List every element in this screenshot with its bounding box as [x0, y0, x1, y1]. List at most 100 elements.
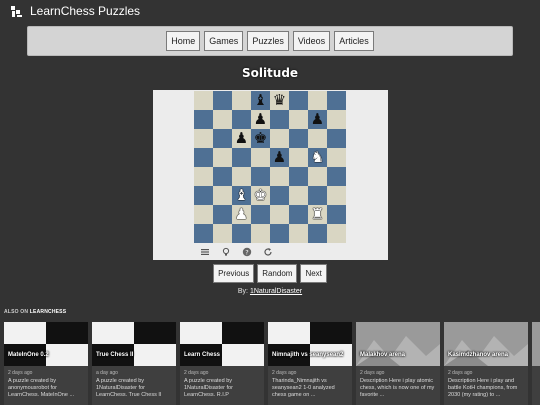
- board-square[interactable]: [270, 186, 289, 205]
- board-square[interactable]: [194, 224, 213, 243]
- board-square[interactable]: [327, 110, 346, 129]
- board-square[interactable]: [308, 91, 327, 110]
- board-square[interactable]: [213, 129, 232, 148]
- board-square[interactable]: [194, 91, 213, 110]
- board-square[interactable]: [308, 129, 327, 148]
- nav-articles-button[interactable]: Articles: [334, 31, 374, 51]
- board-square[interactable]: [213, 148, 232, 167]
- board-square[interactable]: [327, 129, 346, 148]
- help-icon[interactable]: ?: [241, 247, 252, 258]
- board-square[interactable]: [327, 205, 346, 224]
- card-thumbnail: [532, 322, 540, 366]
- board-square[interactable]: [308, 167, 327, 186]
- black-pawn-piece[interactable]: ♟: [254, 110, 267, 129]
- site-title[interactable]: LearnChess Puzzles: [30, 4, 140, 18]
- board-square[interactable]: [327, 186, 346, 205]
- board-square[interactable]: [232, 167, 251, 186]
- board-square[interactable]: [213, 205, 232, 224]
- board-square[interactable]: [194, 205, 213, 224]
- board-square[interactable]: [289, 110, 308, 129]
- board-square[interactable]: [213, 91, 232, 110]
- board-square[interactable]: [289, 224, 308, 243]
- board-square[interactable]: [289, 91, 308, 110]
- board-square[interactable]: [213, 110, 232, 129]
- chess-pieces-icon[interactable]: [10, 4, 24, 18]
- board-square[interactable]: ♞: [308, 148, 327, 167]
- board-square[interactable]: [194, 129, 213, 148]
- board-square[interactable]: [251, 205, 270, 224]
- board-square[interactable]: ♝: [232, 186, 251, 205]
- black-bishop-piece[interactable]: ♝: [254, 91, 267, 110]
- white-pawn-piece[interactable]: ♟: [235, 205, 248, 224]
- board-square[interactable]: ♟: [308, 110, 327, 129]
- board-square[interactable]: [232, 110, 251, 129]
- refresh-icon[interactable]: [262, 247, 273, 258]
- white-bishop-piece[interactable]: ♝: [235, 186, 248, 205]
- board-square[interactable]: [194, 186, 213, 205]
- board-square[interactable]: [232, 224, 251, 243]
- board-square[interactable]: [327, 167, 346, 186]
- board-square[interactable]: [289, 129, 308, 148]
- board-square[interactable]: ♟: [270, 148, 289, 167]
- next-button[interactable]: Next: [300, 264, 327, 283]
- board-square[interactable]: [270, 205, 289, 224]
- board-square[interactable]: [270, 129, 289, 148]
- chess-board[interactable]: ♝ ♛ ♟ ♟ ♟ ♚ ♟ ♞ ♝ ♚ ♟ ♜: [194, 91, 346, 243]
- author-link[interactable]: 1NaturalDisaster: [250, 288, 302, 295]
- board-square[interactable]: [194, 148, 213, 167]
- board-square[interactable]: [213, 186, 232, 205]
- black-pawn-piece[interactable]: ♟: [273, 148, 286, 167]
- related-card-partial[interactable]: [532, 322, 540, 405]
- board-square[interactable]: ♚: [251, 129, 270, 148]
- board-square[interactable]: ♟: [251, 110, 270, 129]
- related-card[interactable]: True Chess II a day ago A puzzle created…: [92, 322, 176, 405]
- board-square[interactable]: [270, 167, 289, 186]
- related-card[interactable]: Learn Chess 2 days ago A puzzle created …: [180, 322, 264, 405]
- nav-home-button[interactable]: Home: [166, 31, 201, 51]
- nav-puzzles-button[interactable]: Puzzles: [247, 31, 289, 51]
- board-square[interactable]: [251, 224, 270, 243]
- board-square[interactable]: [289, 186, 308, 205]
- black-pawn-piece[interactable]: ♟: [311, 110, 324, 129]
- related-card[interactable]: Nimnajith vs seanysean2 2 days ago Thari…: [268, 322, 352, 405]
- white-knight-piece[interactable]: ♞: [311, 148, 324, 167]
- board-square[interactable]: [270, 224, 289, 243]
- board-square[interactable]: ♟: [232, 205, 251, 224]
- related-card[interactable]: Malakhov arena 2 days ago Description He…: [356, 322, 440, 405]
- board-square[interactable]: [194, 167, 213, 186]
- lightbulb-icon[interactable]: [220, 247, 231, 258]
- white-king-piece[interactable]: ♚: [254, 186, 267, 205]
- white-rook-piece[interactable]: ♜: [311, 205, 324, 224]
- previous-button[interactable]: Previous: [213, 264, 255, 283]
- board-square[interactable]: [194, 110, 213, 129]
- board-square[interactable]: [327, 148, 346, 167]
- board-square[interactable]: [308, 224, 327, 243]
- board-square[interactable]: ♛: [270, 91, 289, 110]
- board-square[interactable]: [289, 148, 308, 167]
- board-square[interactable]: [270, 110, 289, 129]
- board-square[interactable]: ♝: [251, 91, 270, 110]
- menu-icon[interactable]: [199, 247, 210, 258]
- board-square[interactable]: [289, 205, 308, 224]
- black-king-piece[interactable]: ♚: [254, 129, 267, 148]
- board-square[interactable]: [232, 91, 251, 110]
- board-square[interactable]: ♜: [308, 205, 327, 224]
- board-square[interactable]: [213, 224, 232, 243]
- board-square[interactable]: [232, 148, 251, 167]
- board-square[interactable]: [213, 167, 232, 186]
- related-card[interactable]: Kasimdzhanov arena 2 days ago Descriptio…: [444, 322, 528, 405]
- board-square[interactable]: [251, 148, 270, 167]
- board-square[interactable]: ♟: [232, 129, 251, 148]
- black-pawn-piece[interactable]: ♟: [235, 129, 248, 148]
- nav-games-button[interactable]: Games: [204, 31, 244, 51]
- board-square[interactable]: [308, 186, 327, 205]
- random-button[interactable]: Random: [257, 264, 298, 283]
- board-square[interactable]: [327, 224, 346, 243]
- board-square[interactable]: [251, 167, 270, 186]
- board-square[interactable]: ♚: [251, 186, 270, 205]
- nav-videos-button[interactable]: Videos: [292, 31, 331, 51]
- black-queen-piece[interactable]: ♛: [273, 91, 286, 110]
- related-card[interactable]: MateInOne 0.2 2 days ago A puzzle create…: [4, 322, 88, 405]
- board-square[interactable]: [289, 167, 308, 186]
- board-square[interactable]: [327, 91, 346, 110]
